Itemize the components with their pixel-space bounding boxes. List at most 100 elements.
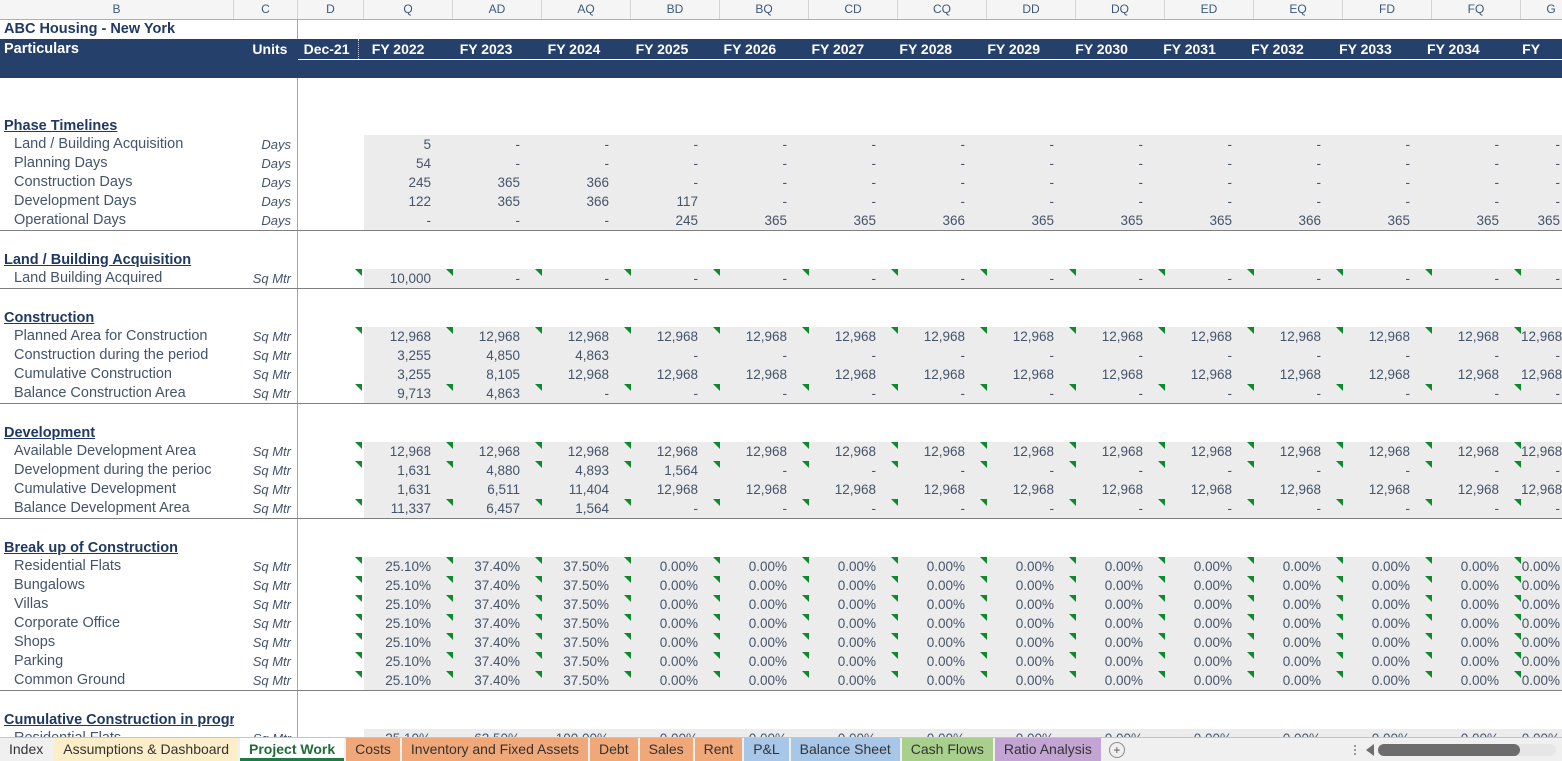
data-cell[interactable]: 12,968 <box>1076 365 1165 384</box>
data-cell[interactable]: 0.00% <box>809 633 898 652</box>
data-cell[interactable]: 12,968 <box>809 365 898 384</box>
period-start-cell[interactable] <box>298 729 364 737</box>
data-cell[interactable]: - <box>987 154 1076 173</box>
column-header-ad[interactable]: AD <box>453 0 542 19</box>
data-cell[interactable]: 0.00% <box>631 614 720 633</box>
data-cell[interactable]: - <box>898 173 987 192</box>
table-row[interactable]: Cumulative Construction Sq Mtr 3,255 8,105 1… <box>0 365 1562 384</box>
data-cell[interactable]: - <box>987 461 1076 480</box>
data-cell[interactable]: - <box>1076 154 1165 173</box>
period-start-cell[interactable] <box>298 480 364 499</box>
data-cell[interactable]: 0.00% <box>720 729 809 737</box>
data-cell[interactable]: 0.00% <box>1343 576 1432 595</box>
data-cell[interactable]: - <box>898 192 987 211</box>
data-cell[interactable]: - <box>542 384 631 403</box>
data-cell[interactable]: - <box>720 461 809 480</box>
data-cell[interactable]: 12,968 <box>631 480 720 499</box>
data-cell[interactable]: - <box>1165 346 1254 365</box>
data-cell[interactable]: - <box>898 135 987 154</box>
data-cell[interactable]: - <box>1343 192 1432 211</box>
data-cell[interactable]: 25.10% <box>364 652 453 671</box>
data-cell[interactable]: 3,255 <box>364 346 453 365</box>
data-cell[interactable]: - <box>1076 384 1165 403</box>
data-cell[interactable]: 0.00% <box>1432 729 1521 737</box>
data-cell[interactable]: 12,968 <box>898 442 987 461</box>
table-row[interactable]: Operational Days Days - - -245 365 365 366 365 36… <box>0 211 1562 230</box>
data-cell[interactable]: 0.00% <box>1165 557 1254 576</box>
table-row[interactable]: Planning Days Days 54- - - - - - - - - - - - - <box>0 154 1562 173</box>
data-cell[interactable]: - <box>809 384 898 403</box>
data-cell[interactable]: 0.00% <box>809 595 898 614</box>
data-cell[interactable]: - <box>720 173 809 192</box>
period-start-cell[interactable] <box>298 192 364 211</box>
data-cell[interactable]: - <box>1076 173 1165 192</box>
data-cell[interactable]: - <box>809 346 898 365</box>
data-cell[interactable]: - <box>809 192 898 211</box>
data-cell[interactable]: 37.40% <box>453 557 542 576</box>
data-cell[interactable]: - <box>453 154 542 173</box>
data-cell[interactable]: 0.00% <box>1343 557 1432 576</box>
data-cell[interactable]: - <box>542 211 631 230</box>
data-cell[interactable]: 37.50% <box>542 595 631 614</box>
data-cell[interactable]: 12,968 <box>542 442 631 461</box>
data-cell[interactable]: 12,968 <box>720 480 809 499</box>
data-cell[interactable]: 11,404 <box>542 480 631 499</box>
table-row[interactable]: Balance Development Area Sq Mtr 11,337 6,45… <box>0 499 1562 518</box>
data-cell[interactable]: 365 <box>453 173 542 192</box>
data-cell[interactable]: - <box>1432 499 1521 518</box>
data-cell[interactable]: - <box>898 461 987 480</box>
data-cell[interactable]: - <box>364 211 453 230</box>
period-start-cell[interactable] <box>298 557 364 576</box>
data-cell[interactable]: 9,713 <box>364 384 453 403</box>
data-cell[interactable]: 0.00% <box>631 652 720 671</box>
data-cell[interactable]: - <box>1521 346 1562 365</box>
data-cell[interactable]: 0.00% <box>1432 576 1521 595</box>
data-cell[interactable]: 0.00% <box>1254 576 1343 595</box>
data-cell[interactable]: 0.00% <box>809 576 898 595</box>
period-start-cell[interactable] <box>298 173 364 192</box>
data-cell[interactable]: 12,968 <box>1432 480 1521 499</box>
data-cell[interactable]: 12,968 <box>631 327 720 346</box>
data-cell[interactable]: 0.00% <box>720 557 809 576</box>
data-cell[interactable]: 12,968 <box>1343 442 1432 461</box>
column-header-bq[interactable]: BQ <box>720 0 809 19</box>
data-cell[interactable]: 25.10% <box>364 557 453 576</box>
data-cell[interactable]: - <box>809 154 898 173</box>
data-cell[interactable]: 12,968 <box>1165 365 1254 384</box>
table-row[interactable]: Development during the perioc Sq Mtr 1,631… <box>0 461 1562 480</box>
scroll-left-arrow-icon[interactable] <box>1366 743 1374 756</box>
data-cell[interactable]: - <box>631 154 720 173</box>
scroll-track[interactable] <box>1378 743 1556 756</box>
period-start-cell[interactable] <box>298 442 364 461</box>
data-cell[interactable]: 0.00% <box>1343 595 1432 614</box>
data-cell[interactable]: 0.00% <box>1165 614 1254 633</box>
data-cell[interactable]: 0.00% <box>1432 652 1521 671</box>
sheet-tab-assumptions-dashboard[interactable]: Assumptions & Dashboard <box>54 738 239 761</box>
data-cell[interactable]: 0.00% <box>1076 595 1165 614</box>
table-row[interactable]: Bungalows Sq Mtr 25.10% 37.40% 37.50% 0.00% 0.… <box>0 576 1562 595</box>
data-cell[interactable]: 12,968 <box>898 480 987 499</box>
data-cell[interactable]: 365 <box>453 192 542 211</box>
data-cell[interactable]: 0.00% <box>720 671 809 690</box>
data-cell[interactable]: 0.00% <box>1521 595 1562 614</box>
data-cell[interactable]: 0.00% <box>809 557 898 576</box>
data-cell[interactable]: - <box>1343 461 1432 480</box>
data-cell[interactable]: 1,631 <box>364 461 453 480</box>
data-cell[interactable]: 365 <box>720 211 809 230</box>
data-cell[interactable]: 37.40% <box>453 652 542 671</box>
data-cell[interactable]: 0.00% <box>1254 671 1343 690</box>
data-cell[interactable]: 1,564 <box>542 499 631 518</box>
data-cell[interactable]: 12,968 <box>1076 442 1165 461</box>
data-cell[interactable]: - <box>1165 269 1254 288</box>
data-cell[interactable]: - <box>720 135 809 154</box>
data-cell[interactable]: 0.00% <box>1254 633 1343 652</box>
data-cell[interactable]: 12,968 <box>1254 442 1343 461</box>
data-cell[interactable]: - <box>631 135 720 154</box>
data-cell[interactable]: - <box>1165 499 1254 518</box>
data-cell[interactable]: - <box>631 346 720 365</box>
sheet-tab-rent[interactable]: Rent <box>694 738 743 761</box>
data-cell[interactable]: 1,564 <box>631 461 720 480</box>
data-cell[interactable]: - <box>631 173 720 192</box>
data-cell[interactable]: - <box>1343 499 1432 518</box>
period-start-cell[interactable] <box>298 652 364 671</box>
